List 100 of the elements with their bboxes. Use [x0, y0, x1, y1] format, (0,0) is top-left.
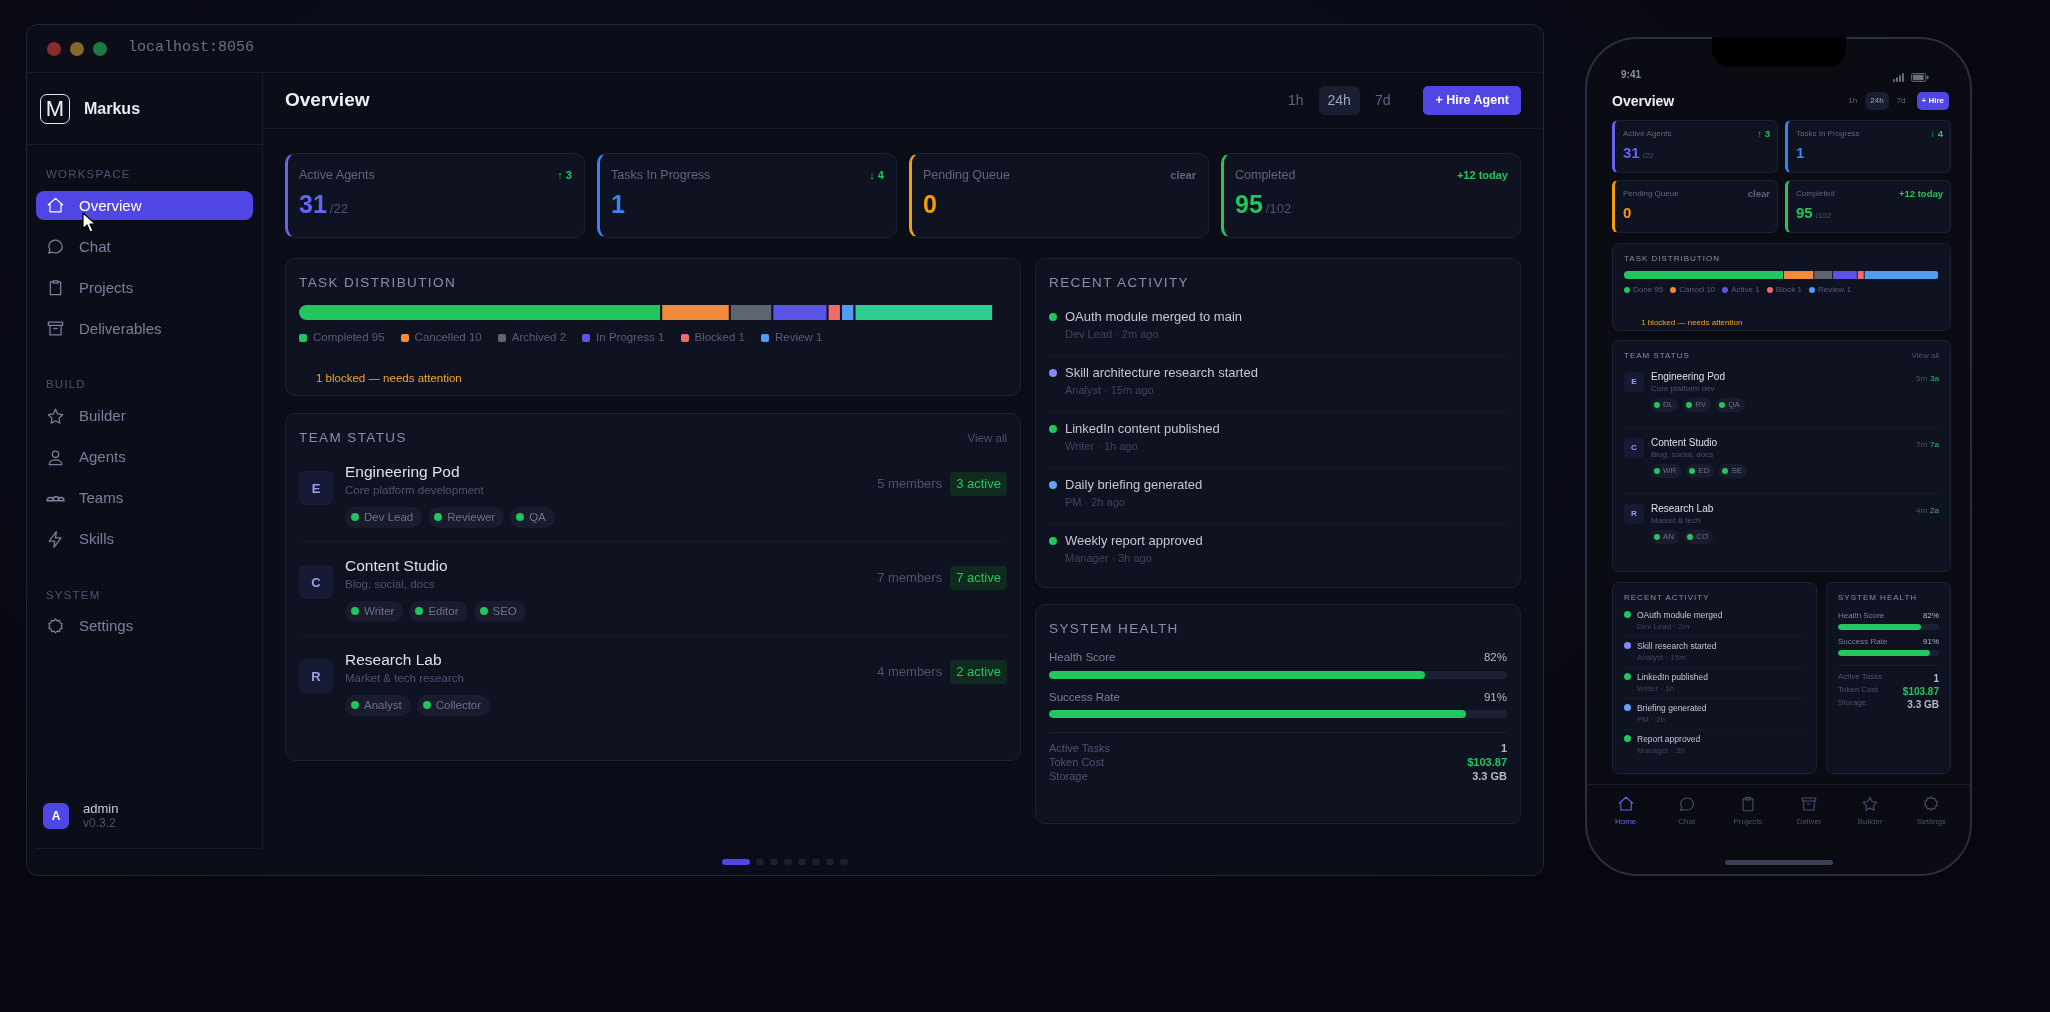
maximize-light-icon[interactable]: [93, 41, 107, 56]
role-chip: Dev Lead: [345, 506, 423, 528]
hire-agent-button[interactable]: + Hire Agent: [1423, 86, 1521, 115]
time-range-tab[interactable]: 7d: [1365, 86, 1400, 115]
meter-reading: 82%: [1483, 650, 1507, 666]
role-chip: DL: [1651, 398, 1679, 412]
time-range-tab[interactable]: 24h: [1865, 92, 1889, 110]
role-chip: Analyst: [345, 694, 411, 716]
stat-value: 95: [1796, 205, 1813, 221]
settings-icon: [46, 616, 65, 636]
chat-icon: [46, 237, 65, 257]
team-description: Core platform dev: [1651, 383, 1716, 395]
stat-delta: ↑ 3: [557, 168, 572, 184]
brand-logo: M: [40, 93, 70, 124]
stat-label: Token Cost: [1838, 685, 1879, 696]
view-all-link[interactable]: View all: [967, 429, 1007, 447]
activity-title: Skill research started: [1637, 641, 1717, 653]
section-heading: BUILD: [46, 377, 87, 393]
team-description: Core platform development: [345, 483, 485, 499]
stat-label: Storage: [1838, 698, 1867, 709]
stat-total: /102: [1265, 199, 1292, 218]
section-title: RECENT ACTIVITY: [1624, 592, 1711, 604]
close-light-icon[interactable]: [47, 41, 61, 56]
legend-label: Active 1: [1731, 284, 1760, 296]
stat-total: /102: [1815, 210, 1832, 223]
meter-label: Health Score: [1838, 610, 1885, 622]
legend-label: In Progress 1: [596, 330, 665, 346]
stat-label: Active Tasks: [1838, 672, 1883, 683]
stat-value: 3.3 GB: [1907, 698, 1939, 711]
member-count: 5m: [1915, 373, 1928, 385]
member-count: 4 members: [877, 663, 943, 682]
legend-label: Cancelled 10: [414, 330, 482, 346]
legend-label: Archived 2: [511, 330, 567, 346]
view-all-link[interactable]: View all: [1911, 350, 1939, 362]
cursor-icon: [82, 212, 96, 234]
time-range-tab[interactable]: 7d: [1891, 92, 1911, 110]
stat-value: 1: [1933, 672, 1939, 685]
stat-delta: +12 today: [1898, 187, 1943, 201]
team-description: Market & tech: [1651, 515, 1702, 527]
stat-delta: ↑ 3: [1757, 127, 1770, 141]
stat-total: /22: [329, 199, 348, 218]
activity-meta: Analyst · 15m ago: [1065, 383, 1155, 399]
archive-icon: [1800, 795, 1819, 813]
team-avatar: R: [1624, 504, 1644, 524]
stat-label: Active Agents: [299, 167, 375, 184]
page-title: Overview: [1612, 91, 1675, 111]
tab-bar-item[interactable]: Deliver: [1778, 795, 1840, 829]
stat-label: Pending Queue: [923, 167, 1010, 184]
tab-bar-item[interactable]: Builder: [1839, 795, 1901, 829]
nav-item[interactable]: Teams: [36, 483, 253, 513]
tab-bar-item[interactable]: Chat: [1656, 795, 1718, 829]
tab-bar-item[interactable]: Settings: [1900, 795, 1962, 829]
stat-delta: ↓ 4: [1930, 127, 1943, 141]
activity-title: Briefing generated: [1637, 703, 1707, 715]
meter-reading: 91%: [1923, 636, 1939, 648]
active-count: 2 active: [950, 660, 1007, 684]
section-title: SYSTEM HEALTH: [1049, 620, 1180, 638]
activity-title: Daily briefing generated: [1065, 477, 1203, 495]
stat-label: Active Tasks: [1049, 740, 1110, 756]
role-chip: QA: [1716, 398, 1745, 412]
stat-value: 0: [923, 191, 937, 217]
time-range-tab[interactable]: 24h: [1318, 86, 1360, 115]
role-chip: RV: [1683, 398, 1712, 412]
meter-label: Health Score: [1049, 650, 1116, 666]
nav-item[interactable]: Projects: [36, 273, 253, 303]
section-title: TASK DISTRIBUTION: [1624, 253, 1721, 265]
stat-value: 31: [1623, 145, 1640, 161]
team-avatar: C: [1624, 438, 1644, 458]
nav-item[interactable]: Settings: [36, 611, 253, 641]
nav-item[interactable]: Builder: [36, 401, 253, 431]
team-name: Engineering Pod: [345, 462, 461, 483]
star-icon: [46, 406, 65, 426]
active-count: 7 active: [950, 566, 1007, 590]
role-chip: Writer: [345, 600, 404, 622]
star-icon: [1861, 795, 1880, 813]
stat-label: Tasks In Progress: [1796, 128, 1860, 141]
tab-bar-item[interactable]: Home: [1595, 795, 1657, 829]
version-text: v0.3.2: [83, 816, 117, 832]
activity-meta: Writer · 1h ago: [1065, 439, 1139, 455]
alert-text: 1 blocked — needs attention: [315, 370, 463, 386]
legend-label: Completed 95: [313, 330, 385, 346]
legend-label: Blocked 1: [694, 330, 745, 346]
nav-item[interactable]: Agents: [36, 442, 253, 472]
nav-item[interactable]: Deliverables: [36, 314, 253, 344]
nav-item[interactable]: Skills: [36, 524, 253, 554]
section-title: TEAM STATUS: [299, 429, 407, 447]
group-icon: [46, 494, 65, 502]
minimize-light-icon[interactable]: [70, 41, 84, 56]
tab-bar-item[interactable]: Projects: [1717, 795, 1779, 829]
address-text: localhost:8056: [128, 38, 255, 59]
hire-agent-button[interactable]: + Hire: [1916, 92, 1949, 110]
settings-icon: [1922, 795, 1941, 813]
time-range-tab[interactable]: 1h: [1843, 92, 1863, 110]
stat-label: Storage: [1049, 769, 1088, 784]
activity-title: LinkedIn published: [1637, 672, 1708, 684]
nav-item[interactable]: Chat: [36, 232, 253, 262]
legend-label: Done 95: [1633, 284, 1664, 296]
team-name: Content Studio: [345, 556, 449, 577]
team-avatar: R: [299, 659, 333, 694]
time-range-tab[interactable]: 1h: [1278, 86, 1313, 115]
